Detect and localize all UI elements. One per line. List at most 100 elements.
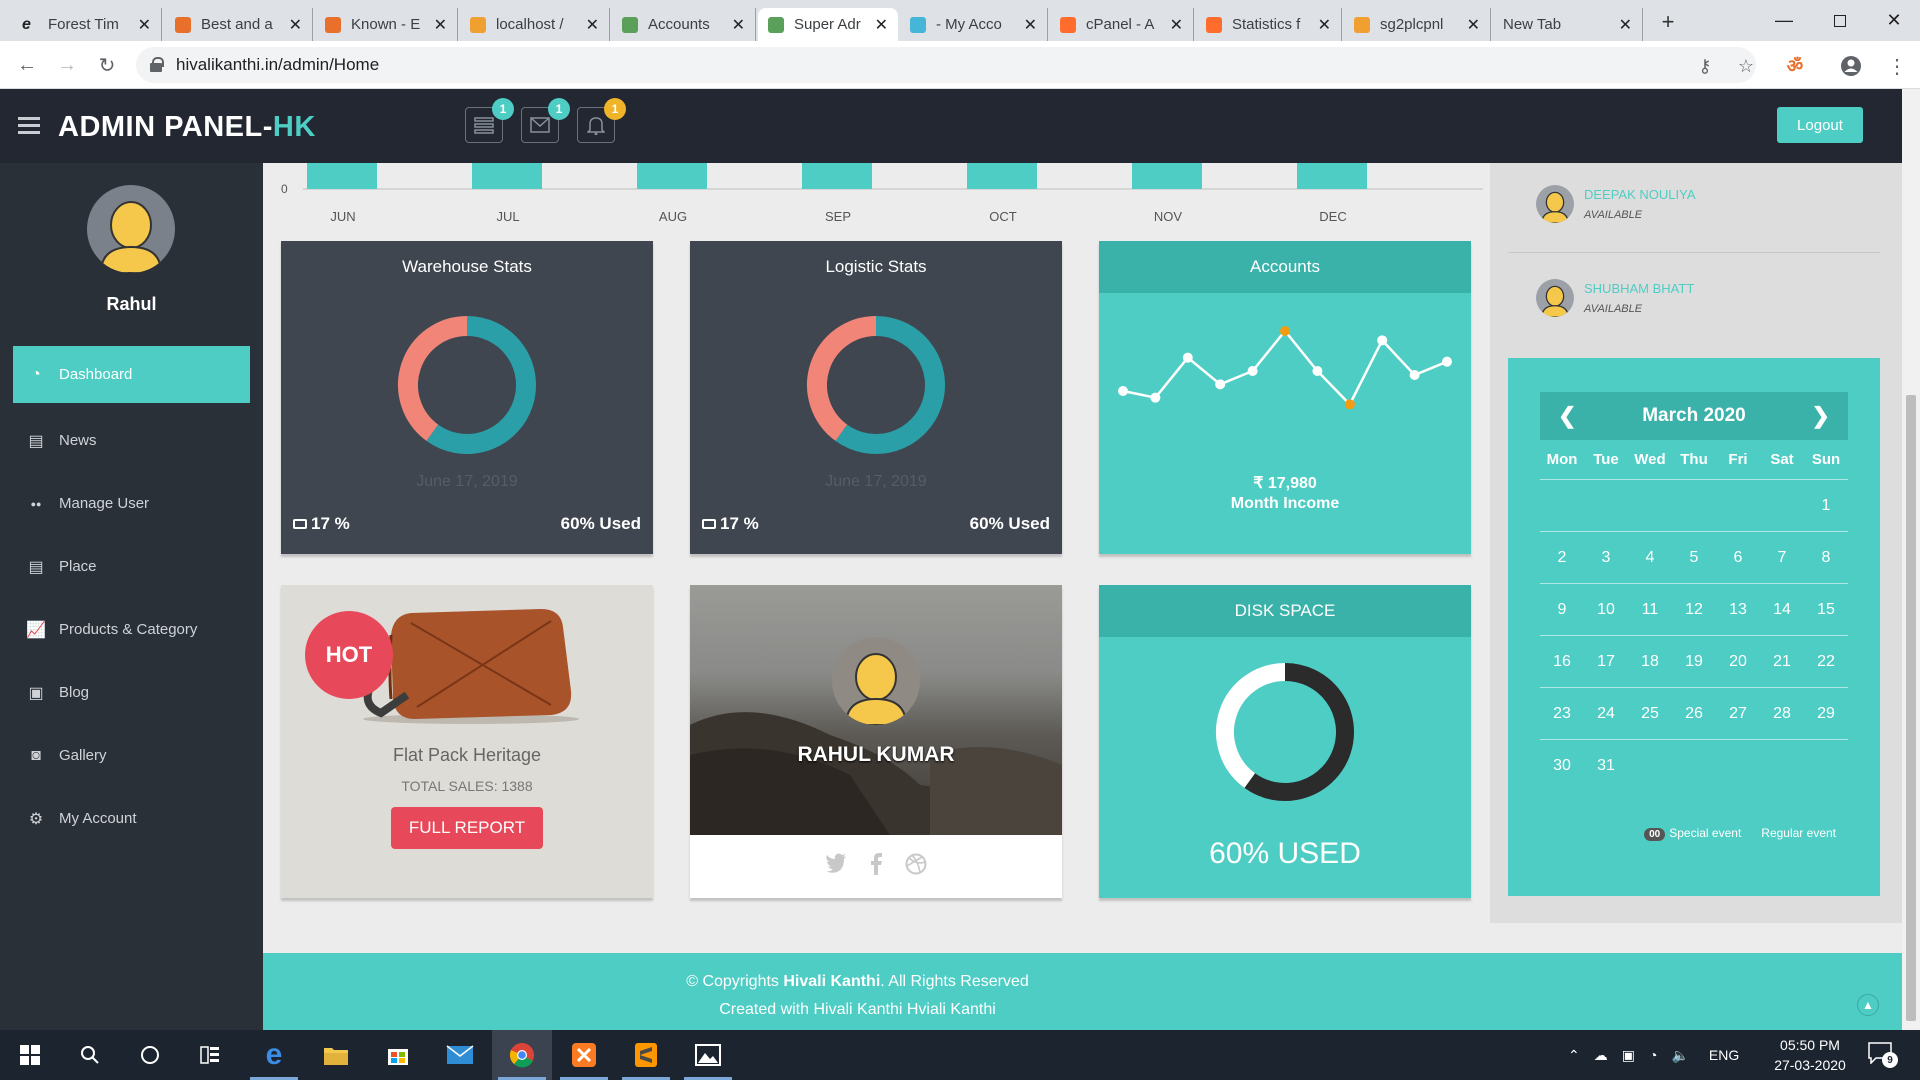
calendar-day[interactable]: 25 <box>1628 688 1672 739</box>
browser-tab[interactable]: Statistics f ✕ <box>1196 8 1342 41</box>
user-avatar[interactable] <box>87 185 175 273</box>
calendar-day[interactable]: 23 <box>1540 688 1584 739</box>
key-icon[interactable]: ⚷ <box>1694 55 1716 77</box>
person-card[interactable]: SHUBHAM BHATT AVAILABLE <box>1508 257 1880 347</box>
calendar-day[interactable]: 22 <box>1804 636 1848 687</box>
file-explorer-icon[interactable] <box>306 1030 366 1080</box>
calendar-day[interactable]: 24 <box>1584 688 1628 739</box>
volume-icon[interactable]: 🔈 <box>1671 1047 1688 1064</box>
calendar-day[interactable]: 7 <box>1760 532 1804 583</box>
bookmark-star-icon[interactable]: ☆ <box>1735 55 1757 77</box>
url-field[interactable]: hivalikanthi.in/admin/Home <box>136 47 1756 83</box>
sublime-app-icon[interactable] <box>616 1030 676 1080</box>
back-button[interactable]: ← <box>13 51 41 79</box>
photos-app-icon[interactable] <box>678 1030 738 1080</box>
close-tab-icon[interactable]: ✕ <box>1467 15 1480 35</box>
close-tab-icon[interactable]: ✕ <box>1024 15 1037 35</box>
sidebar-item-manage-user[interactable]: ●● Manage User <box>13 472 250 535</box>
dribbble-icon[interactable] <box>905 853 927 875</box>
close-tab-icon[interactable]: ✕ <box>1318 15 1331 35</box>
person-card[interactable]: DEEPAK NOULIYA AVAILABLE <box>1508 163 1880 253</box>
calendar-day[interactable]: 11 <box>1628 584 1672 635</box>
close-tab-icon[interactable]: ✕ <box>1619 15 1632 35</box>
calendar-day[interactable]: 14 <box>1760 584 1804 635</box>
browser-tab[interactable]: Accounts ✕ <box>612 8 756 41</box>
calendar-day[interactable]: 26 <box>1672 688 1716 739</box>
sidebar-item-gallery[interactable]: ◙ Gallery <box>13 724 250 787</box>
scrollbar-thumb[interactable] <box>1906 395 1916 1021</box>
close-tab-icon[interactable]: ✕ <box>732 15 745 35</box>
prev-month-icon[interactable]: ❮ <box>1558 403 1576 429</box>
browser-tab[interactable]: Best and a ✕ <box>165 8 313 41</box>
calendar-day[interactable]: 13 <box>1716 584 1760 635</box>
cloud-icon[interactable]: ☁ <box>1594 1047 1608 1064</box>
calendar-day[interactable]: 28 <box>1760 688 1804 739</box>
calendar-day[interactable]: 21 <box>1760 636 1804 687</box>
language-indicator[interactable]: ENG <box>1709 1047 1739 1063</box>
clock[interactable]: 05:50 PM 27-03-2020 <box>1760 1035 1860 1075</box>
browser-tab[interactable]: Super Adr ✕ <box>758 8 898 41</box>
battery-icon[interactable]: ▣ <box>1622 1047 1635 1064</box>
show-hidden-icons[interactable]: ⌃ <box>1568 1047 1580 1064</box>
task-view-icon[interactable] <box>180 1030 240 1080</box>
store-icon[interactable] <box>368 1030 428 1080</box>
calendar-day[interactable]: 5 <box>1672 532 1716 583</box>
calendar-day[interactable]: 18 <box>1628 636 1672 687</box>
calendar-day[interactable]: 6 <box>1716 532 1760 583</box>
new-tab-button[interactable]: + <box>1653 8 1683 36</box>
close-tab-icon[interactable]: ✕ <box>289 15 302 35</box>
calendar-day[interactable]: 29 <box>1804 688 1848 739</box>
calendar-day[interactable]: 30 <box>1540 740 1584 792</box>
extension-icon[interactable]: ॐ <box>1784 55 1806 77</box>
full-report-button[interactable]: FULL REPORT <box>391 807 543 849</box>
wifi-icon[interactable]: ◔ <box>1649 1047 1657 1063</box>
sidebar-item-dashboard[interactable]: ◔ Dashboard <box>13 346 250 403</box>
mail-icon[interactable] <box>430 1030 490 1080</box>
calendar-day[interactable]: 2 <box>1540 532 1584 583</box>
edge-app-icon[interactable]: e <box>244 1030 304 1080</box>
sidebar-item-news[interactable]: ▤ News <box>13 409 250 472</box>
logout-button[interactable]: Logout <box>1777 107 1863 143</box>
sidebar-item-blog[interactable]: ▣ Blog <box>13 661 250 724</box>
search-icon[interactable] <box>60 1030 120 1080</box>
hamburger-menu-icon[interactable] <box>18 117 40 135</box>
calendar-day[interactable]: 27 <box>1716 688 1760 739</box>
close-window-button[interactable]: ✕ <box>1866 0 1920 41</box>
calendar-day[interactable]: 31 <box>1584 740 1628 792</box>
menu-dots-icon[interactable]: ⋮ <box>1886 55 1908 78</box>
minimize-button[interactable]: — <box>1756 0 1812 41</box>
browser-tab[interactable]: e Forest Tim ✕ <box>12 8 162 41</box>
reload-button[interactable]: ↻ <box>93 51 121 79</box>
twitter-icon[interactable] <box>825 853 847 873</box>
messages-button[interactable]: 1 <box>521 98 570 143</box>
calendar-day[interactable]: 4 <box>1628 532 1672 583</box>
close-tab-icon[interactable]: ✕ <box>138 15 151 35</box>
calendar-day[interactable]: 8 <box>1804 532 1848 583</box>
browser-tab[interactable]: cPanel - A ✕ <box>1050 8 1194 41</box>
close-tab-icon[interactable]: ✕ <box>586 15 599 35</box>
close-tab-icon[interactable]: ✕ <box>434 15 447 35</box>
browser-tab[interactable]: New Tab ✕ <box>1493 8 1643 41</box>
profile-icon[interactable] <box>1840 55 1862 77</box>
sidebar-item-place[interactable]: ▤ Place <box>13 535 250 598</box>
facebook-icon[interactable] <box>869 853 883 875</box>
tasks-button[interactable]: 1 <box>465 98 514 143</box>
forward-button[interactable]: → <box>53 51 81 79</box>
calendar-day[interactable]: 12 <box>1672 584 1716 635</box>
notification-center-icon[interactable]: 9 <box>1868 1042 1898 1068</box>
scroll-to-top-button[interactable]: ▲ <box>1857 994 1879 1016</box>
cortana-icon[interactable] <box>120 1030 180 1080</box>
browser-tab[interactable]: Known - E ✕ <box>315 8 458 41</box>
start-button[interactable] <box>0 1030 60 1080</box>
browser-tab[interactable]: localhost / ✕ <box>460 8 610 41</box>
calendar-day[interactable]: 19 <box>1672 636 1716 687</box>
browser-tab[interactable]: sg2plcpnl ✕ <box>1344 8 1491 41</box>
close-tab-icon[interactable]: ✕ <box>875 15 888 35</box>
calendar-day[interactable]: 10 <box>1584 584 1628 635</box>
sidebar-item-products-category[interactable]: 📈 Products & Category <box>13 598 250 661</box>
close-tab-icon[interactable]: ✕ <box>1170 15 1183 35</box>
page-scrollbar[interactable] <box>1902 89 1920 1030</box>
xampp-app-icon[interactable] <box>554 1030 614 1080</box>
calendar-day[interactable]: 16 <box>1540 636 1584 687</box>
calendar-day[interactable]: 1 <box>1804 480 1848 531</box>
